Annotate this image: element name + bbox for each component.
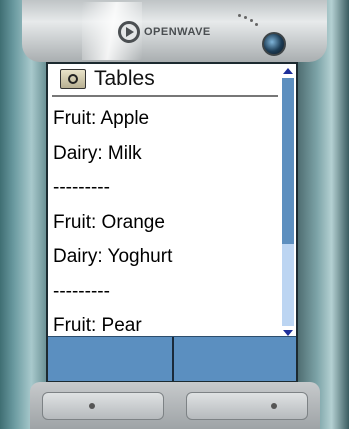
scroll-up-arrow-icon[interactable] (283, 68, 293, 74)
list-separator: --------- (53, 177, 110, 198)
camera-lens-icon (262, 32, 286, 56)
title-divider (52, 95, 278, 97)
deck-icon (60, 69, 86, 89)
left-soft-button[interactable] (42, 392, 164, 420)
button-dot-icon (271, 403, 277, 409)
list-item: Dairy: Milk (53, 142, 142, 164)
title-bar: Tables (48, 64, 280, 94)
scroll-thumb[interactable] (282, 78, 294, 244)
right-soft-button[interactable] (186, 392, 308, 420)
content-list[interactable]: Fruit: Apple Dairy: Milk --------- Fruit… (53, 102, 279, 344)
button-dot-icon (89, 403, 95, 409)
softkey-bar (48, 336, 296, 381)
brand-text: OPENWAVE (144, 26, 211, 38)
left-softkey[interactable] (48, 337, 172, 381)
list-separator: --------- (53, 280, 110, 302)
keypad (30, 382, 320, 429)
list-item: Dairy: Yoghurt (53, 246, 173, 267)
right-softkey[interactable] (174, 337, 298, 381)
phone-body: OPENWAVE Tables Fruit: Apple Dairy: Milk… (0, 0, 349, 429)
scrollbar[interactable] (282, 68, 294, 336)
list-item: Fruit: Orange (53, 211, 165, 233)
page-title: Tables (94, 67, 155, 90)
phone-screen: Tables Fruit: Apple Dairy: Milk --------… (46, 62, 298, 382)
list-item: Fruit: Apple (53, 108, 150, 129)
openwave-logo-icon (118, 21, 140, 43)
brand-logo: OPENWAVE (118, 20, 211, 44)
scroll-track[interactable] (282, 244, 294, 326)
